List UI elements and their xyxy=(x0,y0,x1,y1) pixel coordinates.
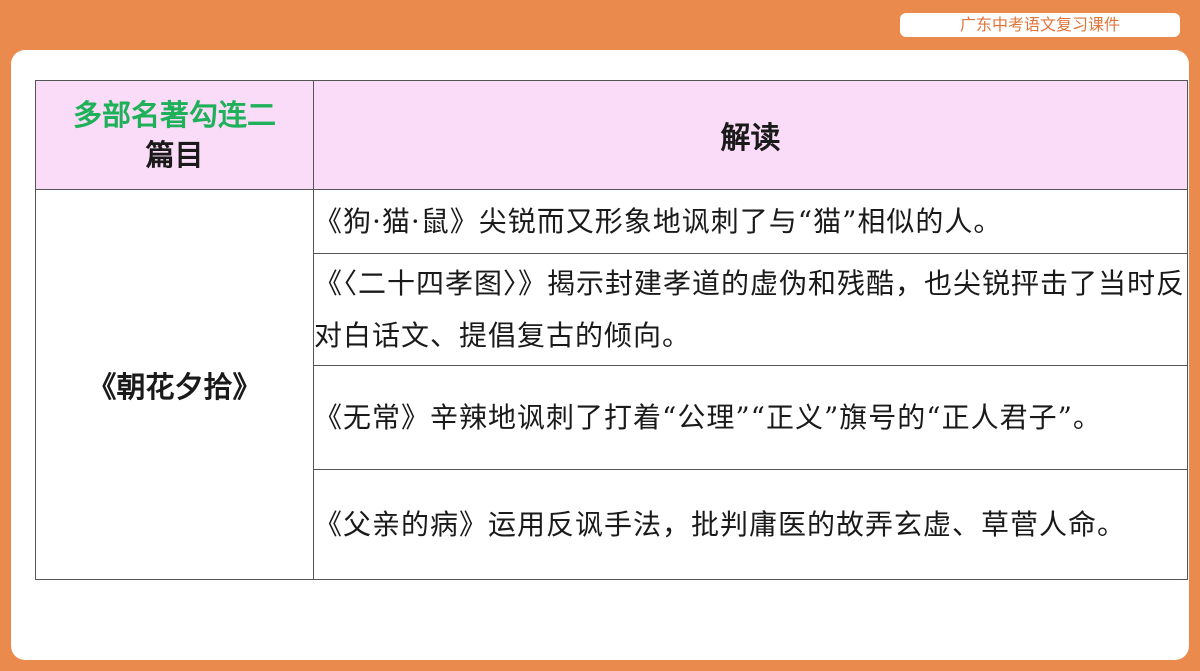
table-header-row: 多部名著勾连二 篇目 解读 xyxy=(35,80,1188,190)
table-row: 《朝花夕拾》 《狗·猫·鼠》尖锐而又形象地讽刺了与“猫”相似的人。 xyxy=(35,189,1188,580)
content-card: 多部名著勾连二 篇目 解读 《朝花夕拾》 《狗·猫·鼠》尖锐而又形象地讽刺了与“… xyxy=(11,50,1189,660)
column-header-interpretation: 解读 xyxy=(720,121,781,156)
course-label-badge: 广东中考语文复习课件 xyxy=(900,13,1180,37)
book-title: 《朝花夕拾》 xyxy=(87,369,262,404)
header-cell-interpretation: 解读 xyxy=(313,80,1188,190)
interpretation-cell: 《狗·猫·鼠》尖锐而又形象地讽刺了与“猫”相似的人。 xyxy=(313,189,1188,254)
reading-table: 多部名著勾连二 篇目 解读 《朝花夕拾》 《狗·猫·鼠》尖锐而又形象地讽刺了与“… xyxy=(35,80,1188,580)
interpretation-text: 《狗·猫·鼠》尖锐而又形象地讽刺了与“猫”相似的人。 xyxy=(314,204,1003,238)
interpretation-cell: 《父亲的病》运用反讽手法，批判庸医的故弄玄虚、草菅人命。 xyxy=(313,469,1188,580)
section-title: 多部名著勾连二 xyxy=(72,98,276,132)
column-header-works: 篇目 xyxy=(145,138,204,172)
interpretation-cell: 《无常》辛辣地讽刺了打着“公理”“正义”旗号的“正人君子”。 xyxy=(313,365,1188,470)
interpretation-cell: 《〈二十四孝图〉》揭示封建孝道的虚伪和残酷，也尖锐抨击了当时反对白话文、提倡复古… xyxy=(313,253,1188,366)
interpretation-text: 《〈二十四孝图〉》揭示封建孝道的虚伪和残酷，也尖锐抨击了当时反对白话文、提倡复古… xyxy=(314,266,1186,352)
book-title-cell: 《朝花夕拾》 xyxy=(35,189,314,580)
interpretation-text: 《父亲的病》运用反讽手法，批判庸医的故弄玄虚、草菅人命。 xyxy=(314,507,1127,541)
interpretation-text: 《无常》辛辣地讽刺了打着“公理”“正义”旗号的“正人君子”。 xyxy=(314,400,1102,434)
header-cell-works: 多部名著勾连二 篇目 xyxy=(35,80,314,190)
